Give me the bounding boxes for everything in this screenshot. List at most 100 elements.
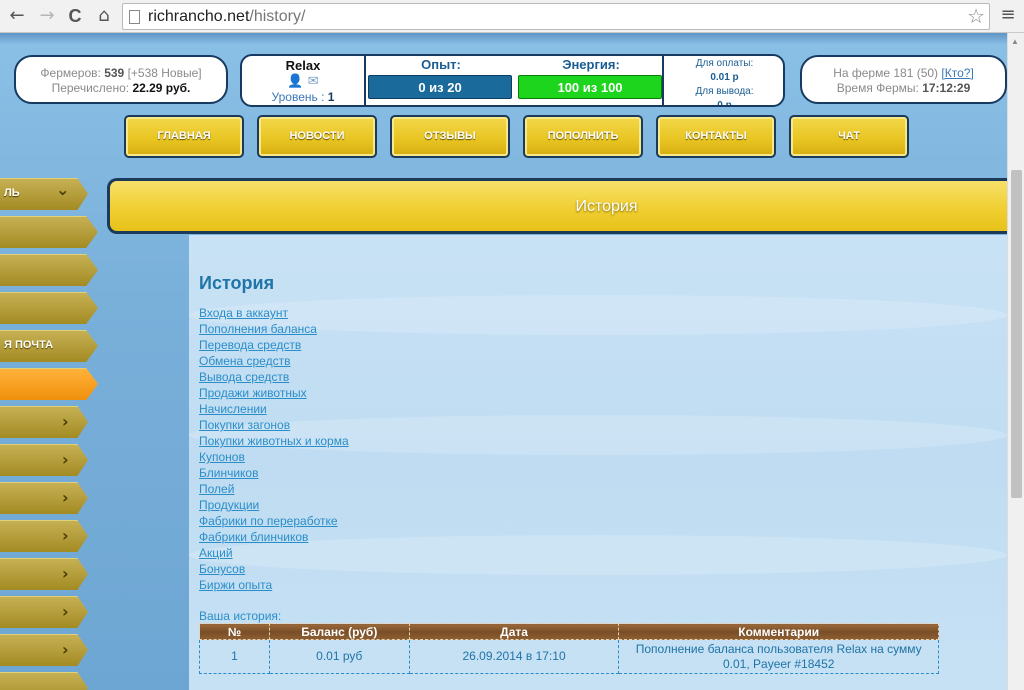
farmers-line: Фермеров: 539 [+538 Новые] — [16, 66, 226, 81]
energy-bar: 100 из 100 — [518, 75, 662, 99]
username[interactable]: Relax — [242, 58, 364, 73]
bookmark-star-icon[interactable]: ☆ — [967, 4, 985, 28]
left-menu-item[interactable]: › — [0, 520, 88, 552]
history-links: Входа в аккаунт Пополнения баланса Перев… — [199, 305, 599, 593]
pay-label: Для оплаты: — [695, 58, 754, 69]
left-menu-item[interactable] — [0, 216, 98, 248]
paid-label: Перечислено: — [51, 81, 130, 95]
link-fields-history[interactable]: Полей — [199, 481, 599, 497]
link-pancakes-history[interactable]: Блинчиков — [199, 465, 599, 481]
url-host: richrancho.net — [148, 8, 250, 25]
level-label: Уровень : — [271, 90, 325, 104]
vertical-scrollbar[interactable]: ▲ — [1007, 33, 1024, 690]
column-header: Дата — [408, 623, 620, 640]
table-cell: 1 — [199, 639, 270, 674]
farmers-info-box: Фермеров: 539 [+538 Новые] Перечислено: … — [14, 55, 228, 104]
column-header: Комментарии — [618, 623, 939, 640]
left-menu-item[interactable]: › — [0, 406, 88, 438]
scroll-up-icon[interactable]: ▲ — [1011, 37, 1019, 46]
farm-time-value: 17:12:29 — [922, 81, 971, 95]
nav-deposit-button[interactable]: ПОПОЛНИТЬ — [523, 115, 643, 158]
link-exp-exchange-history[interactable]: Биржи опыта — [199, 577, 599, 593]
link-pen-purchase-history[interactable]: Покупки загонов — [199, 417, 599, 433]
profile-icon[interactable]: 👤 — [287, 74, 303, 89]
left-menu-item[interactable] — [0, 672, 88, 690]
left-menu-item[interactable]: › — [0, 444, 88, 476]
left-menu-item-mail[interactable]: Я ПОЧТА — [0, 330, 98, 362]
nav-home-button[interactable]: ГЛАВНАЯ — [124, 115, 244, 158]
url-text[interactable]: richrancho.net/history/ — [148, 8, 305, 26]
nav-reviews-button[interactable]: ОТЗЫВЫ — [390, 115, 510, 158]
nav-contacts-button[interactable]: КОНТАКТЫ — [656, 115, 776, 158]
paid-line: Перечислено: 22.29 руб. — [16, 81, 226, 96]
energy-label: Энергия: — [562, 57, 620, 72]
left-menu-item-active[interactable] — [0, 368, 98, 400]
reload-icon[interactable]: C — [64, 5, 86, 27]
online-line: На ферме 181 (50) [Кто?] — [802, 66, 1005, 81]
paid-value: 22.29 руб. — [132, 81, 191, 95]
left-menu-label: ЛЬ — [4, 187, 20, 199]
page-banner: История — [107, 178, 1007, 234]
chevron-right-icon: › — [62, 602, 69, 621]
left-menu-item[interactable] — [0, 254, 98, 286]
level-value: 1 — [327, 90, 335, 104]
link-pancake-factory-history[interactable]: Фабрики блинчиков — [199, 529, 599, 545]
chevron-right-icon: › — [62, 488, 69, 507]
left-menu-item[interactable]: › — [0, 482, 88, 514]
farmers-label: Фермеров: — [40, 66, 101, 80]
column-header: № — [199, 623, 270, 640]
link-products-history[interactable]: Продукции — [199, 497, 599, 513]
banner-title: История — [575, 198, 638, 215]
table-cell: 26.09.2014 в 17:10 — [408, 639, 620, 674]
history-table: № Баланс (руб) Дата Комментарии 1 0.01 р… — [199, 623, 939, 674]
mail-icon[interactable]: ✉ — [308, 74, 319, 89]
link-accruals-history[interactable]: Начислении — [199, 401, 599, 417]
left-menu-item[interactable] — [0, 292, 98, 324]
chevron-right-icon: › — [62, 526, 69, 545]
table-cell: 0.01 руб — [268, 639, 410, 674]
link-animal-sales-history[interactable]: Продажи животных — [199, 385, 599, 401]
pay-value: 0.01 р — [710, 72, 739, 83]
page-icon — [129, 10, 140, 24]
forward-icon[interactable]: → — [36, 5, 58, 27]
link-transfer-history[interactable]: Перевода средств — [199, 337, 599, 353]
link-deposit-history[interactable]: Пополнения баланса — [199, 321, 599, 337]
link-promotions-history[interactable]: Акций — [199, 545, 599, 561]
address-bar[interactable]: richrancho.net/history/ ☆ — [122, 3, 990, 30]
left-menu: ЛЬ ⌄ Я ПОЧТА › › › › › › › — [0, 178, 100, 690]
link-bonuses-history[interactable]: Бонусов — [199, 561, 599, 577]
link-animal-feed-purchase-history[interactable]: Покупки животных и корма — [199, 433, 599, 449]
link-login-history[interactable]: Входа в аккаунт — [199, 305, 599, 321]
back-icon[interactable]: ← — [6, 5, 28, 27]
who-online-link[interactable]: [Кто?] — [941, 66, 973, 80]
user-stats-box: Relax 👤 ✉ Уровень : 1 Опыт: Энергия: 0 и… — [240, 54, 785, 107]
browser-menu-icon[interactable]: ≡ — [997, 4, 1019, 28]
farm-time-line: Время Фермы: 17:12:29 — [802, 81, 1005, 96]
stats-cell: Опыт: Энергия: 0 из 20 100 из 100 — [364, 56, 664, 105]
link-processing-factory-history[interactable]: Фабрики по переработке — [199, 513, 599, 529]
link-coupons-history[interactable]: Купонов — [199, 449, 599, 465]
home-icon[interactable]: ⌂ — [93, 5, 115, 27]
table-header-row: № Баланс (руб) Дата Комментарии — [199, 623, 939, 640]
scrollbar-thumb[interactable] — [1011, 170, 1022, 498]
top-navigation: ГЛАВНАЯ НОВОСТИ ОТЗЫВЫ ПОПОЛНИТЬ КОНТАКТ… — [124, 115, 914, 159]
main-content: История Входа в аккаунт Пополнения балан… — [189, 235, 1007, 690]
chevron-right-icon: › — [62, 564, 69, 583]
nav-news-button[interactable]: НОВОСТИ — [257, 115, 377, 158]
link-withdraw-history[interactable]: Вывода средств — [199, 369, 599, 385]
withdraw-label: Для вывода: — [695, 86, 754, 97]
farm-time-label: Время Фермы: — [836, 81, 919, 95]
column-header: Баланс (руб) — [268, 623, 410, 640]
user-cell: Relax 👤 ✉ Уровень : 1 — [242, 56, 364, 105]
link-exchange-history[interactable]: Обмена средств — [199, 353, 599, 369]
left-menu-item[interactable]: › — [0, 596, 88, 628]
farmers-count: 539 — [104, 66, 125, 80]
payment-cell: Для оплаты: 0.01 р Для вывода: 0 р — [666, 56, 783, 105]
left-menu-item[interactable]: › — [0, 634, 88, 666]
left-menu-item[interactable]: › — [0, 558, 88, 590]
chevron-right-icon: › — [62, 412, 69, 431]
user-level: Уровень : 1 — [242, 90, 364, 104]
withdraw-value: 0 р — [717, 100, 732, 107]
nav-chat-button[interactable]: ЧАТ — [789, 115, 909, 158]
left-menu-item-profile[interactable]: ЛЬ ⌄ — [0, 178, 88, 210]
